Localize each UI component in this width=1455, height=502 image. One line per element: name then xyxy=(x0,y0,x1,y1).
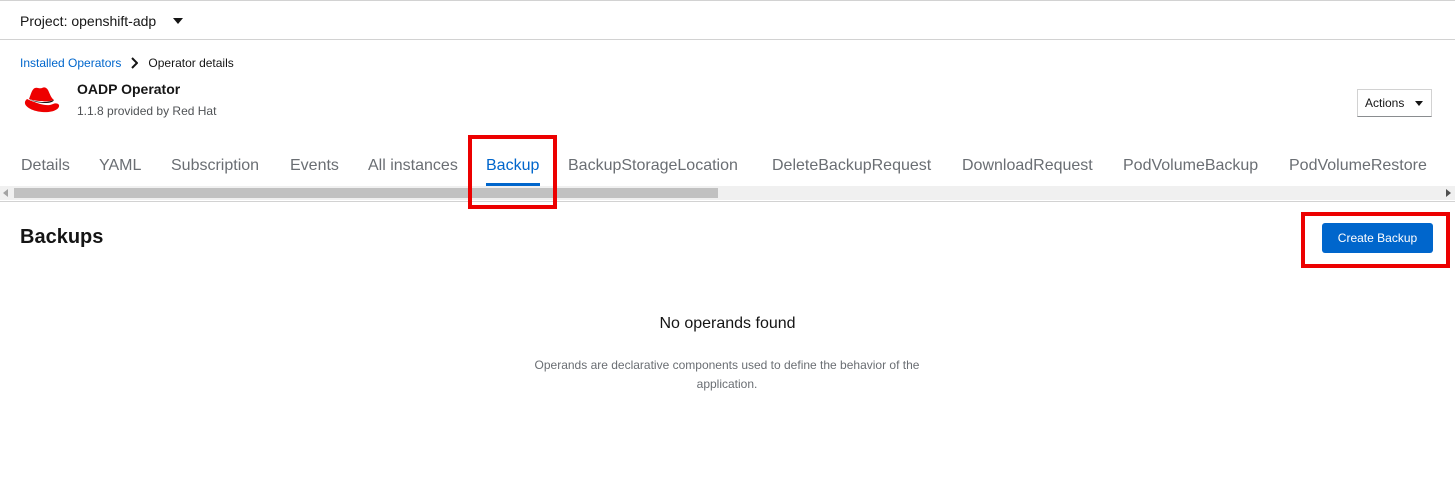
project-bar: Project: openshift-adp xyxy=(0,1,1455,40)
page-title: Backups xyxy=(20,226,104,248)
project-label: Project: openshift-adp xyxy=(20,13,157,29)
breadcrumb-installed-operators[interactable]: Installed Operators xyxy=(20,56,121,70)
redhat-fedora-icon xyxy=(24,87,60,113)
operator-name: OADP Operator xyxy=(77,81,181,97)
breadcrumb-current: Operator details xyxy=(148,56,234,70)
tab-podvolumebackup[interactable]: PodVolumeBackup xyxy=(1123,157,1258,175)
breadcrumb: Installed Operators Operator details xyxy=(20,56,234,70)
tab-yaml[interactable]: YAML xyxy=(99,157,141,175)
tab-deletebackuprequest[interactable]: DeleteBackupRequest xyxy=(772,157,931,175)
chevron-right-icon xyxy=(131,57,139,69)
project-selector[interactable]: Project: openshift-adp xyxy=(20,11,184,31)
caret-down-icon xyxy=(173,18,184,24)
scroll-right-icon[interactable] xyxy=(1446,189,1451,197)
tab-all-instances[interactable]: All instances xyxy=(368,157,458,175)
horizontal-scrollbar[interactable] xyxy=(0,186,1455,200)
operator-provider: 1.1.8 provided by Red Hat xyxy=(77,104,217,118)
tab-downloadrequest[interactable]: DownloadRequest xyxy=(962,157,1093,175)
empty-state-title: No operands found xyxy=(659,315,796,332)
create-backup-button[interactable]: Create Backup xyxy=(1322,223,1433,253)
tab-details[interactable]: Details xyxy=(21,157,70,175)
scrollbar-thumb[interactable] xyxy=(14,188,718,198)
tab-events[interactable]: Events xyxy=(290,157,339,175)
tab-podvolumerestore[interactable]: PodVolumeRestore xyxy=(1289,157,1427,175)
tab-subscription[interactable]: Subscription xyxy=(171,157,259,175)
empty-state-body: Operands are declarative components used… xyxy=(534,358,920,391)
actions-label: Actions xyxy=(1365,96,1405,110)
tab-backupstoragelocation[interactable]: BackupStorageLocation xyxy=(568,157,738,175)
actions-dropdown[interactable]: Actions xyxy=(1357,89,1432,117)
scroll-left-icon[interactable] xyxy=(3,189,8,197)
caret-down-icon xyxy=(1415,100,1424,106)
tab-backup[interactable]: Backup xyxy=(486,157,539,175)
